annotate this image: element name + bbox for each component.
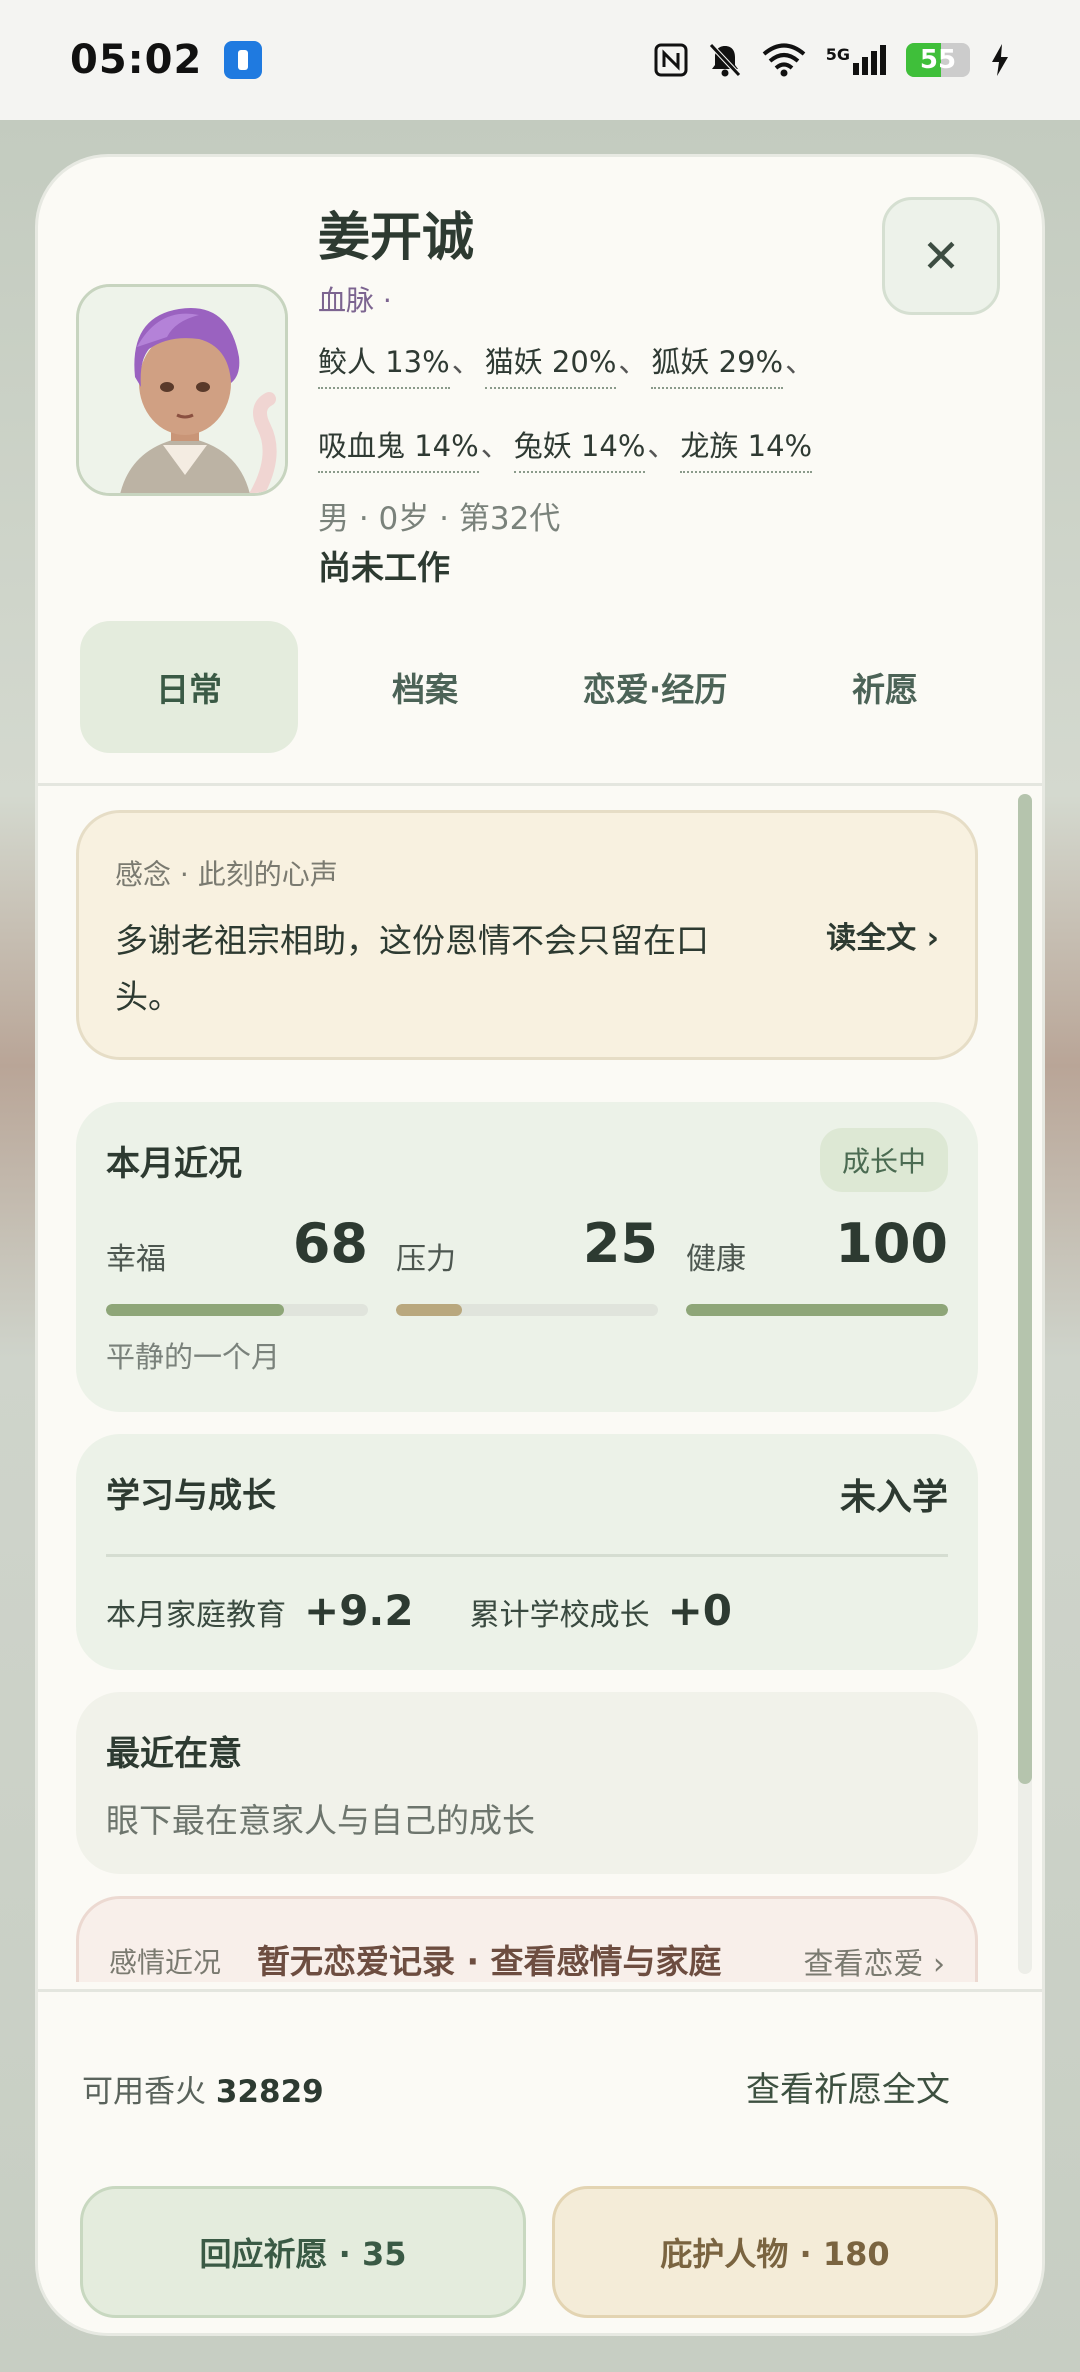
read-all-link[interactable]: 读全文 › — [826, 913, 939, 957]
avatar — [76, 284, 288, 496]
bloodline-tag[interactable]: 兔妖 14% — [513, 423, 646, 473]
health-stat: 健康 100 — [686, 1212, 948, 1316]
stress-stat: 压力 25 — [396, 1212, 658, 1316]
bloodline-row-1: 鲛人 13%、 猫妖 20%、 狐妖 29%、 — [318, 339, 818, 389]
study-divider — [106, 1554, 948, 1557]
study-stats: 本月家庭教育 +9.2 累计学校成长 +0 — [106, 1586, 788, 1635]
tab-archive[interactable]: 档案 — [310, 621, 540, 753]
romance-text: 暂无恋爱记录 · 查看感情与家庭 — [257, 1942, 722, 1981]
incense-balance: 可用香火 32829 — [82, 2066, 324, 2111]
character-meta: 男 · 0岁 · 第32代 — [318, 501, 561, 537]
prayer-footer: 可用香火 32829 查看祈愿全文 回应祈愿 · 35 庇护人物 · 180 — [38, 1989, 1042, 2333]
character-job: 尚未工作 — [318, 548, 450, 587]
romance-card[interactable]: 感情近况 暂无恋爱记录 · 查看感情与家庭 查看恋爱 › — [76, 1896, 978, 1982]
tab-bar: 日常 档案 恋爱·经历 祈愿 — [80, 621, 1000, 753]
bloodline-label: 血脉 · — [318, 284, 392, 317]
inner-voice-card[interactable]: 感念 · 此刻的心声 多谢老祖宗相助，这份恩情不会只留在口头。 读全文 › — [76, 810, 978, 1060]
romance-label: 感情近况 — [109, 1946, 222, 1979]
happiness-bar — [106, 1304, 368, 1316]
scrollbar-thumb[interactable] — [1018, 794, 1032, 1784]
wifi-icon — [762, 43, 806, 77]
tab-prayer[interactable]: 祈愿 — [770, 621, 1000, 753]
status-badge: 成长中 — [819, 1128, 948, 1192]
flashlight-app-icon — [224, 41, 263, 79]
bloodline-tag[interactable]: 猫妖 20% — [484, 339, 617, 389]
recent-concern-title: 最近在意 — [106, 1734, 242, 1774]
bloodline-tag[interactable]: 鲛人 13% — [318, 339, 450, 389]
stat-label: 压力 — [396, 1242, 456, 1277]
incense-value: 32829 — [215, 2074, 324, 2110]
protect-character-button[interactable]: 庇护人物 · 180 — [552, 2186, 998, 2318]
inner-voice-text: 多谢老祖宗相助，这份恩情不会只留在口头。 — [115, 921, 709, 1016]
stat-label: 健康 — [686, 1242, 746, 1277]
answer-prayer-button[interactable]: 回应祈愿 · 35 — [80, 2186, 526, 2318]
nfc-icon — [654, 43, 688, 77]
bloodline-tag[interactable]: 龙族 14% — [680, 423, 813, 473]
view-prayer-full-link[interactable]: 查看祈愿全文 — [746, 2062, 950, 2111]
character-panel: 姜开诚 血脉 · 鲛人 13%、 猫妖 20%、 狐妖 29%、 吸血鬼 14%… — [38, 157, 1042, 2333]
profile-header: 姜开诚 血脉 · 鲛人 13%、 猫妖 20%、 狐妖 29%、 吸血鬼 14%… — [38, 157, 1042, 777]
view-romance-link[interactable]: 查看恋爱 › — [803, 1939, 945, 1982]
school-growth-label: 累计学校成长 — [469, 1598, 650, 1633]
bloodline-tag[interactable]: 吸血鬼 14% — [318, 423, 479, 473]
5g-signal-icon: 5G — [826, 45, 886, 75]
close-icon: ✕ — [921, 229, 961, 283]
family-education-label: 本月家庭教育 — [106, 1598, 286, 1633]
character-name: 姜开诚 — [318, 208, 475, 268]
happiness-stat: 幸福 68 — [106, 1212, 368, 1316]
bell-off-icon — [708, 43, 741, 77]
charging-icon — [992, 44, 1008, 76]
school-growth-value: +0 — [667, 1586, 733, 1635]
recent-concern-card: 最近在意 眼下最在意家人与自己的成长 — [76, 1692, 978, 1874]
tab-daily[interactable]: 日常 — [80, 621, 298, 753]
stat-value: 25 — [582, 1212, 658, 1275]
status-time: 05:02 — [70, 37, 203, 83]
recent-concern-text: 眼下最在意家人与自己的成长 — [106, 1801, 535, 1840]
study-title: 学习与成长 — [106, 1476, 276, 1516]
family-education-value: +9.2 — [304, 1586, 414, 1635]
stat-value: 68 — [292, 1212, 368, 1275]
study-growth-card: 学习与成长 未入学 本月家庭教育 +9.2 累计学校成长 +0 — [76, 1434, 978, 1670]
monthly-status-card: 本月近况 成长中 幸福 68 压力 25 健康 100 平静的一个月 — [76, 1102, 978, 1412]
close-button[interactable]: ✕ — [882, 197, 1000, 315]
tab-romance[interactable]: 恋爱·经历 — [540, 621, 770, 753]
incense-label: 可用香火 — [82, 2074, 206, 2110]
bloodline-tag[interactable]: 狐妖 29% — [651, 339, 784, 389]
status-icons: 5G 55 — [654, 42, 1010, 78]
stat-label: 幸福 — [106, 1242, 166, 1277]
health-bar — [686, 1304, 948, 1316]
monthly-note: 平静的一个月 — [106, 1340, 281, 1374]
inner-voice-label: 感念 · 此刻的心声 — [115, 858, 338, 891]
monthly-status-title: 本月近况 — [106, 1144, 242, 1184]
character-portrait-icon — [79, 287, 285, 493]
bloodline-row-2: 吸血鬼 14%、 兔妖 14%、 龙族 14% — [318, 423, 813, 473]
content-scroll[interactable]: 感念 · 此刻的心声 多谢老祖宗相助，这份恩情不会只留在口头。 读全文 › 本月… — [38, 786, 1042, 1982]
stat-value: 100 — [835, 1212, 948, 1275]
study-status: 未入学 — [839, 1477, 948, 1518]
battery-icon: 55 — [906, 43, 970, 77]
status-bar: 05:02 5G 55 — [0, 0, 1080, 120]
stress-bar — [396, 1304, 658, 1316]
